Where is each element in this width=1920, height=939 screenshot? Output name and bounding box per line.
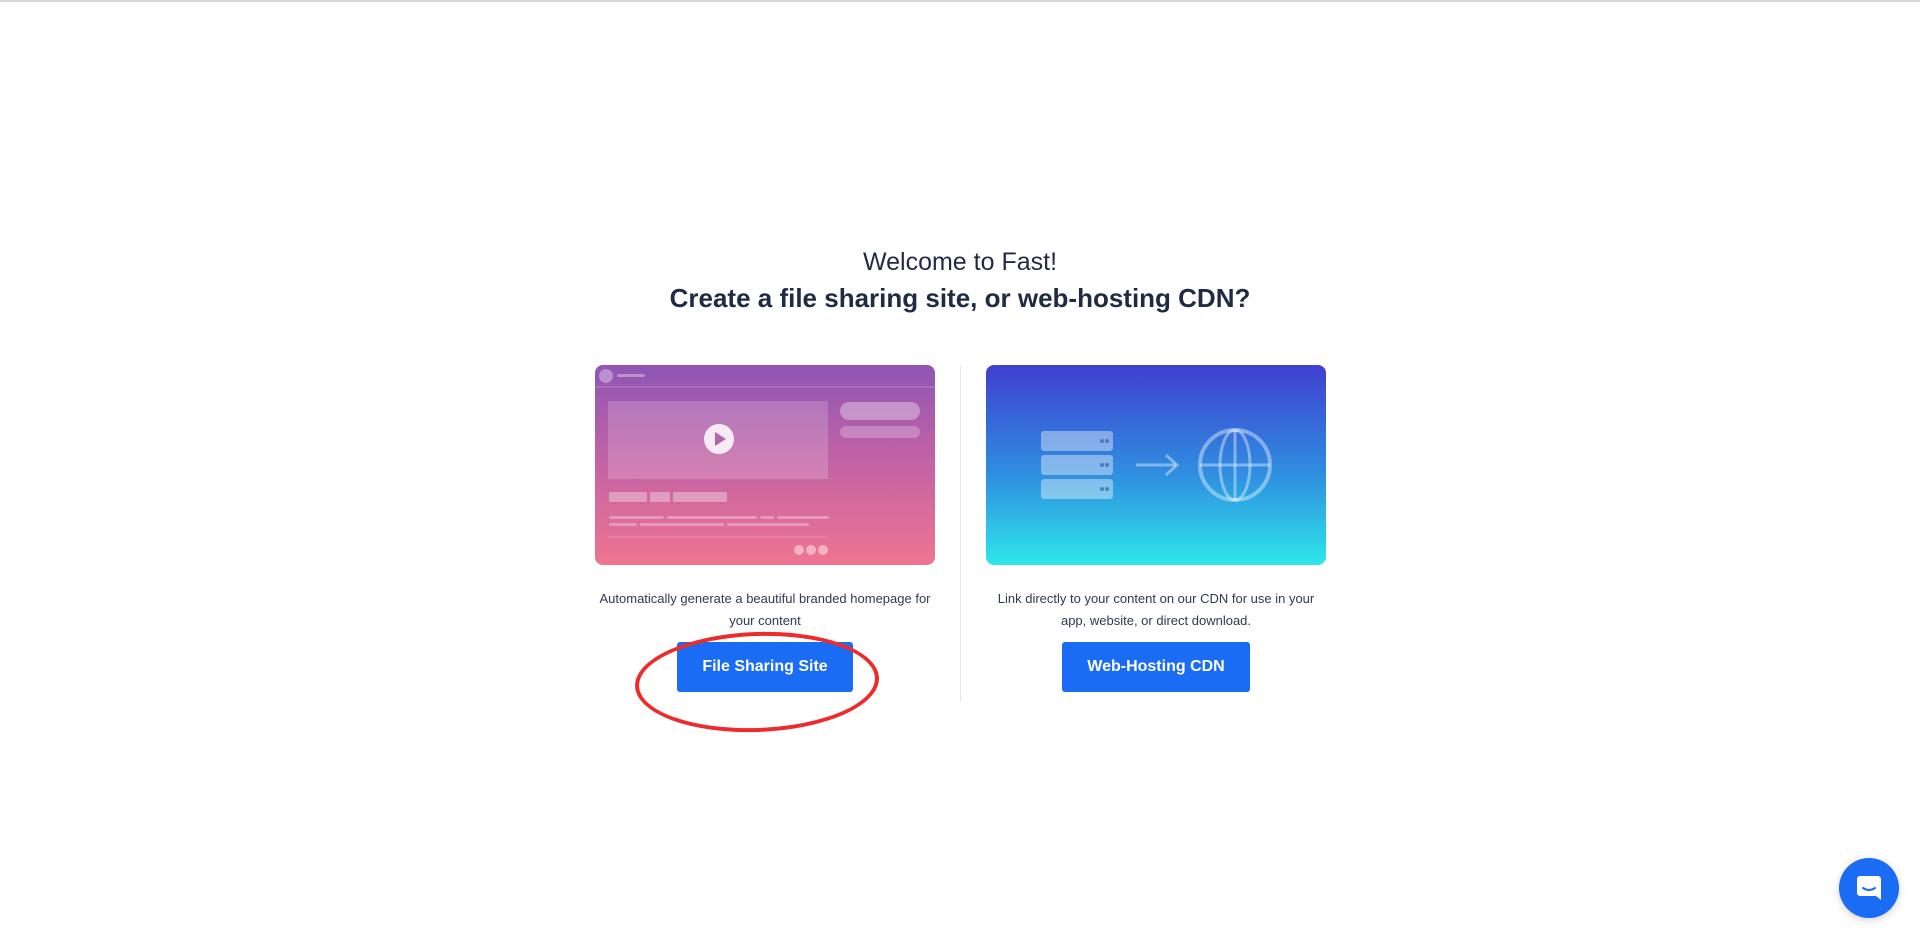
file-sharing-option: Automatically generate a beautiful brand… xyxy=(595,365,935,692)
chat-launcher-button[interactable] xyxy=(1839,858,1899,918)
top-border xyxy=(0,0,1920,2)
server-to-globe-icon xyxy=(986,365,1326,565)
setup-question: Create a file sharing site, or web-hosti… xyxy=(669,283,1251,313)
file-sharing-description: Automatically generate a beautiful brand… xyxy=(599,591,931,628)
cdn-description: Link directly to your content on our CDN… xyxy=(997,591,1315,628)
options-divider xyxy=(960,365,961,701)
page-heading: Welcome to Fast! Create a file sharing s… xyxy=(0,244,1920,316)
welcome-title: Welcome to Fast! xyxy=(862,248,1058,276)
cdn-option: Link directly to your content on our CDN… xyxy=(986,365,1326,692)
chat-bubble-icon xyxy=(1857,876,1881,900)
web-hosting-cdn-button[interactable]: Web-Hosting CDN xyxy=(1062,642,1250,692)
file-sharing-site-button[interactable]: File Sharing Site xyxy=(677,642,853,692)
branded-homepage-preview-icon xyxy=(595,365,935,565)
